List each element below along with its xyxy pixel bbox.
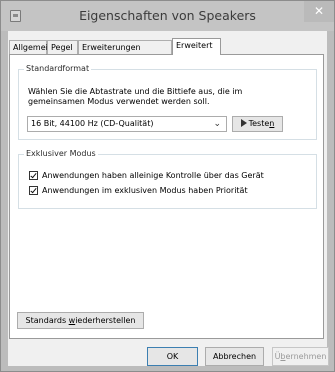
test-button[interactable]: Testen — [232, 116, 283, 132]
exclusive-control-option[interactable]: Anwendungen haben alleinige Kontrolle üb… — [29, 170, 264, 181]
apply-label-post: ernehmen — [285, 352, 327, 361]
play-icon — [240, 119, 247, 127]
exclusive-control-checkbox[interactable] — [29, 171, 38, 180]
exclusive-priority-label: Anwendungen im exklusiven Modus haben Pr… — [42, 186, 248, 195]
tab-erweiterungen[interactable]: Erweiterungen — [78, 40, 172, 54]
exclusive-control-label: Anwendungen haben alleinige Kontrolle üb… — [42, 171, 264, 180]
tab-erweitert[interactable]: Erweitert — [172, 38, 221, 55]
tab-pegel[interactable]: Pegel — [47, 40, 78, 54]
dialog-client-area: Allgemein Pegel Erweiterungen Erweitert … — [8, 31, 329, 366]
format-select[interactable]: 16 Bit, 44100 Hz (CD-Qualität) ⌄ — [27, 116, 227, 132]
title-bar[interactable]: Eigenschaften von Speakers ✕ — [1, 1, 334, 31]
chevron-down-icon: ⌄ — [213, 119, 221, 129]
restore-defaults-button[interactable]: Standards wiederherstellen — [17, 312, 144, 329]
restore-defaults-label-pre: Standards — [25, 316, 69, 325]
restore-defaults-label-post: iederherstellen — [75, 316, 136, 325]
apply-button[interactable]: Übernehmen — [272, 347, 329, 366]
exclusive-mode-label: Exklusiver Modus — [24, 149, 98, 158]
tab-allgemein[interactable]: Allgemein — [9, 40, 53, 54]
close-button[interactable]: ✕ — [304, 1, 334, 22]
exclusive-priority-option[interactable]: Anwendungen im exklusiven Modus haben Pr… — [29, 185, 248, 196]
tab-panel-erweitert: Standardformat Wählen Sie die Abtastrate… — [9, 54, 324, 339]
standard-format-label: Standardformat — [24, 64, 92, 73]
test-button-label: Teste — [248, 119, 270, 128]
properties-dialog: Eigenschaften von Speakers ✕ Allgemein P… — [0, 0, 335, 372]
exclusive-priority-checkbox[interactable] — [29, 186, 38, 195]
format-select-value: 16 Bit, 44100 Hz (CD-Qualität) — [31, 119, 154, 128]
standard-format-group: Standardformat Wählen Sie die Abtastrate… — [18, 64, 317, 140]
format-description: Wählen Sie die Abtastrate und die Bittie… — [28, 87, 243, 106]
ok-button[interactable]: OK — [147, 347, 198, 366]
test-button-accel: n — [269, 119, 275, 128]
window-title: Eigenschaften von Speakers — [79, 8, 256, 23]
cancel-button[interactable]: Abbrechen — [205, 347, 264, 366]
exclusive-mode-group: Exklusiver Modus Anwendungen haben allei… — [18, 149, 317, 209]
